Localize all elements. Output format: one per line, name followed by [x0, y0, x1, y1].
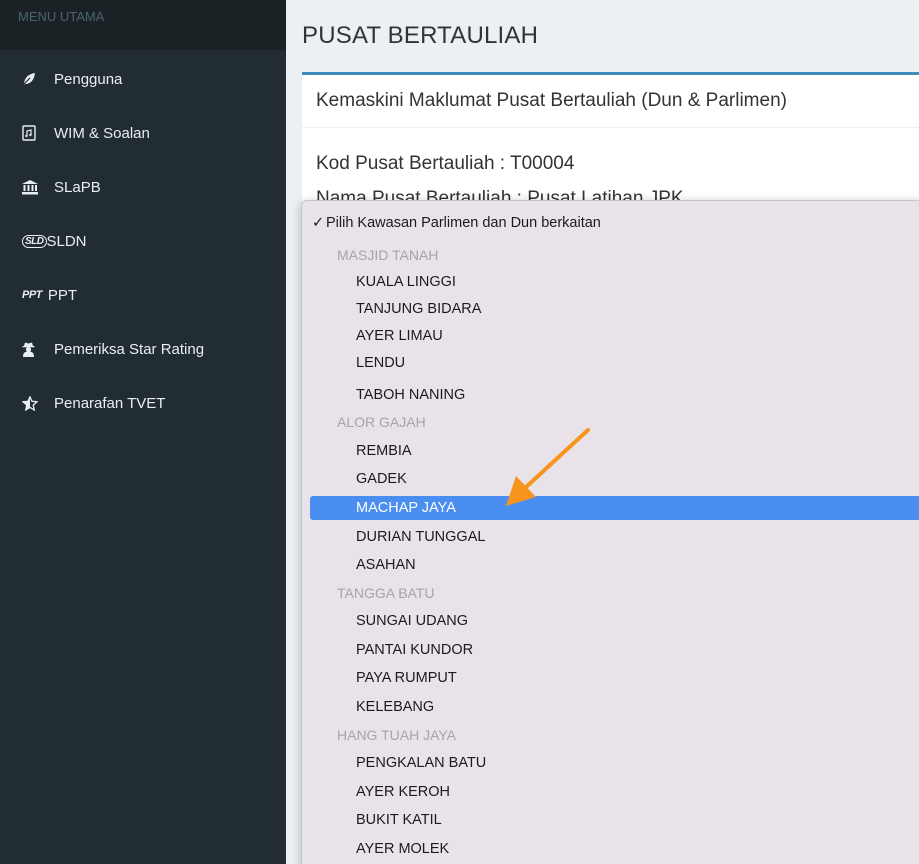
dropdown-option[interactable]: AYER KEROH [302, 780, 919, 804]
kod-pusat-label: Kod Pusat Bertauliah : T00004 [316, 153, 575, 174]
checkmark-icon: ✓ [312, 215, 325, 231]
sldn-logo-icon: SLD [22, 234, 47, 248]
optgroup-label: TANGGA BATU [337, 585, 435, 601]
dropdown-option[interactable]: TABOH NANING [302, 383, 919, 407]
dropdown-option[interactable]: BUKIT KATIL [302, 808, 919, 832]
dropdown-option[interactable]: REMBIA [302, 439, 919, 463]
sidebar-item-label: Pemeriksa Star Rating [54, 340, 205, 358]
dropdown-option[interactable]: SUNGAI UDANG [302, 609, 919, 633]
star-half-icon [22, 395, 44, 411]
dropdown-option[interactable]: TANJUNG BIDARA [302, 297, 919, 321]
sidebar-item-label: PPT [47, 286, 78, 304]
sidebar-item-pengguna[interactable]: Pengguna [0, 59, 286, 99]
dropdown-option[interactable]: PAYA RUMPUT [302, 666, 919, 690]
sidebar-item-label: Penarafan TVET [54, 394, 166, 412]
sidebar-item-label: WIM & Soalan [54, 124, 150, 142]
dropdown-option[interactable]: DURIAN TUNGGAL [302, 525, 919, 549]
dropdown-option[interactable]: LENDU [302, 351, 919, 375]
ppt-logo-icon: PPT [22, 289, 42, 301]
dropdown-option[interactable]: AYER MOLEK [302, 837, 919, 861]
sidebar-item-label: SLDN [46, 232, 87, 250]
sidebar-item-ppt[interactable]: PPT PPT [0, 275, 286, 315]
dropdown-option[interactable]: GADEK [302, 467, 919, 491]
page-title: PUSAT BERTAULIAH [302, 22, 539, 49]
bank-icon [22, 179, 44, 195]
dropdown-option[interactable]: PENGKALAN BATU [302, 751, 919, 775]
dropdown-option[interactable]: KELEBANG [302, 695, 919, 719]
sidebar-item-wim-soalan[interactable]: WIM & Soalan [0, 113, 286, 153]
sidebar-header: MENU UTAMA [0, 0, 286, 50]
dropdown-option[interactable]: KUALA LINGGI [302, 270, 919, 294]
optgroup-label: HANG TUAH JAYA [337, 727, 457, 743]
box-title: Kemaskini Maklumat Pusat Bertauliah (Dun… [302, 75, 919, 128]
file-audio-icon [22, 125, 44, 141]
sidebar-item-label: Pengguna [54, 70, 123, 88]
dropdown-prompt-option[interactable]: ✓ Pilih Kawasan Parlimen dan Dun berkaita… [302, 211, 919, 235]
sidebar-item-sldn[interactable]: SLD SLDN [0, 221, 286, 261]
app-root: MENU UTAMA Pengguna WIM & Soalan SLaPB S… [0, 0, 919, 864]
sidebar-item-penarafan-tvet[interactable]: Penarafan TVET [0, 383, 286, 423]
dropdown-option-selected[interactable]: MACHAP JAYA [310, 496, 919, 520]
user-secret-icon [22, 342, 44, 357]
leaf-icon [22, 72, 44, 86]
dropdown-option[interactable]: AYER LIMAU [302, 324, 919, 348]
sidebar-item-label: SLaPB [54, 178, 101, 196]
dropdown-option[interactable]: PANTAI KUNDOR [302, 638, 919, 662]
dropdown-option[interactable]: ASAHAN [302, 553, 919, 577]
sidebar-item-slapb[interactable]: SLaPB [0, 167, 286, 207]
sidebar-item-pemeriksa-star-rating[interactable]: Pemeriksa Star Rating [0, 329, 286, 369]
dun-parlimen-dropdown[interactable]: ✓ Pilih Kawasan Parlimen dan Dun berkaita… [301, 200, 919, 864]
optgroup-label: MASJID TANAH [337, 247, 439, 263]
sidebar: MENU UTAMA Pengguna WIM & Soalan SLaPB S… [0, 0, 286, 864]
optgroup-label: ALOR GAJAH [337, 414, 426, 430]
